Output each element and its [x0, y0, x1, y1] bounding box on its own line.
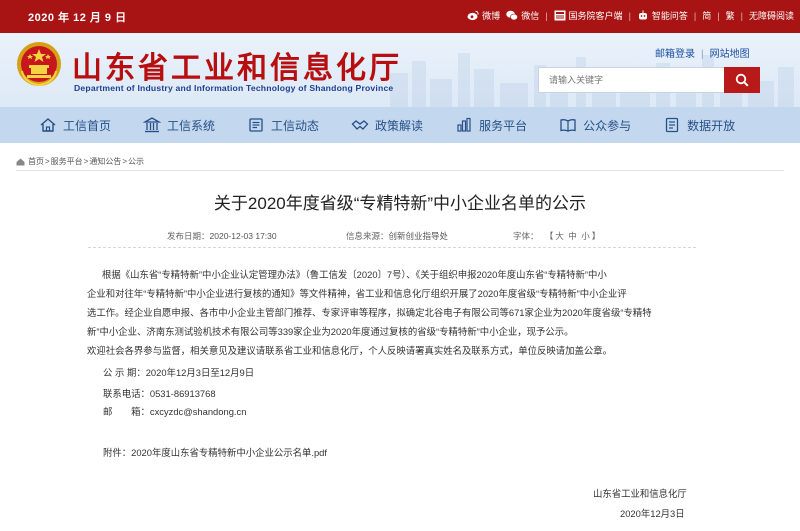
nav-label: 数据开放	[687, 118, 736, 133]
national-emblem-icon	[17, 42, 61, 87]
contact-phone: 联系电话：0531-86913768	[103, 388, 216, 399]
site-title: 山东省工业和信息化厅	[72, 51, 402, 86]
paragraph-line: 新”中小企业、济南东测试验机技术有限公司等339家企业为2020年度通过复核的省…	[87, 326, 574, 337]
separator: |	[717, 10, 720, 21]
institution-icon	[143, 117, 162, 133]
breadcrumb: 首页 > 服务平台 > 通知公告 > 公示	[16, 156, 144, 167]
wechat-label: 微信	[521, 11, 540, 21]
font-large-button[interactable]: 大	[555, 231, 564, 241]
search-input[interactable]	[538, 67, 724, 93]
data-icon	[665, 117, 679, 133]
weibo-label: 微博	[482, 11, 501, 21]
handshake-icon	[351, 120, 369, 130]
font-small-button[interactable]: 小	[581, 231, 590, 241]
attachment-link[interactable]: 附件：2020年度山东省专精特新中小企业公示名单.pdf	[103, 445, 327, 459]
breadcrumb-separator: >	[83, 157, 89, 166]
traditional-link[interactable]: 繁	[726, 9, 735, 22]
info-source-label: 信息来源：	[346, 231, 389, 241]
simplified-label: 简	[702, 11, 712, 21]
divider	[16, 170, 784, 171]
site-header: 山东省工业和信息化厅 Department of Industry and In…	[0, 33, 800, 107]
separator: |	[628, 10, 631, 21]
divider	[88, 247, 696, 248]
nav-label: 工信动态	[271, 118, 320, 133]
breadcrumb-separator: >	[122, 157, 128, 166]
font-bracket-close: 】	[591, 231, 601, 241]
accessibility-link[interactable]: 无障碍阅读	[749, 9, 794, 22]
weibo-icon	[467, 10, 479, 21]
publish-date-value: 2020-12-03 17:30	[209, 231, 277, 241]
breadcrumb-separator: >	[45, 157, 50, 166]
book-icon	[560, 119, 576, 132]
separator: |	[701, 49, 704, 60]
gov-client-link[interactable]: 国务院客户端	[554, 9, 623, 22]
main-nav: 工信首页 工信系统 工信动态 政策解读 服务平台 公众参与 数据开放	[0, 107, 800, 143]
article-title: 关于2020年度省级“专精特新”中小企业名单的公示	[213, 194, 587, 213]
paragraph-line: 选工作。经企业自愿申报、各市中小企业主管部门推荐、专家评审等程序，拟确定北谷电子…	[87, 307, 652, 318]
nav-label: 政策解读	[375, 118, 424, 133]
info-source: 信息来源：创新创业指导处	[346, 230, 448, 242]
top-bar: 2020 年 12 月 9 日 微博 微信 | 国务院客户端 | 智能问答 | …	[0, 0, 800, 33]
article-body: 根据《山东省“专精特新”中小企业认定管理办法》（鲁工信发〔2020〕7号）、《关…	[87, 265, 702, 360]
site-title-english: Department of Industry and Information T…	[74, 83, 394, 93]
nav-item-policy[interactable]: 政策解读	[351, 116, 423, 134]
sitemap-link[interactable]: 网站地图	[710, 49, 750, 60]
wechat-link[interactable]: 微信	[506, 9, 539, 22]
ai-qa-link[interactable]: 智能问答	[637, 9, 688, 22]
font-size-label: 字体：	[513, 231, 539, 241]
font-size-control: 字体： 【大 中 小】	[513, 230, 600, 242]
paragraph-line: 欢迎社会各界参与监督，相关意见及建议请联系省工业和信息化厅，个人反映请署真实姓名…	[87, 345, 613, 356]
ai-qa-label: 智能问答	[651, 11, 688, 21]
contact-email: 邮 箱：cxcyzdc@shandong.cn	[103, 406, 247, 417]
publish-date-label: 发布日期：	[167, 231, 210, 241]
separator: |	[693, 10, 697, 21]
search-box	[538, 67, 760, 93]
breadcrumb-current[interactable]: 公示	[128, 156, 144, 167]
top-links: 微博 微信 | 国务院客户端 | 智能问答 | 简 | 繁 | 无障碍阅读	[461, 9, 794, 22]
nav-item-news[interactable]: 工信动态	[247, 116, 319, 134]
mailbox-login-link[interactable]: 邮箱登录	[655, 49, 695, 60]
home-icon	[16, 158, 25, 165]
robot-icon	[637, 10, 649, 21]
traditional-label: 繁	[725, 11, 735, 21]
signature: 山东省工业和信息化厅	[593, 488, 687, 499]
breadcrumb-service[interactable]: 服务平台	[51, 156, 83, 167]
weibo-link[interactable]: 微博	[467, 9, 500, 22]
info-source-value: 创新创业指导处	[388, 231, 449, 241]
simplified-link[interactable]: 简	[702, 9, 711, 22]
paragraph-line: 企业和对往年“专精特新”中小企业进行复核的通知》等文件精神，省工业和信息化厅组织…	[87, 288, 627, 299]
font-bracket-open: 【	[544, 231, 554, 241]
gov-client-icon	[554, 10, 566, 21]
accessibility-label: 无障碍阅读	[748, 11, 794, 21]
wechat-icon	[506, 10, 519, 21]
publish-date: 发布日期：2020-12-03 17:30	[167, 230, 277, 242]
separator: |	[545, 10, 548, 21]
nav-label: 工信首页	[63, 118, 112, 133]
nav-item-system[interactable]: 工信系统	[143, 116, 215, 134]
breadcrumb-notice[interactable]: 通知公告	[89, 156, 121, 167]
font-medium-button[interactable]: 中	[568, 231, 577, 241]
newspaper-icon	[249, 118, 263, 132]
gov-client-label: 国务院客户端	[568, 11, 623, 21]
search-button[interactable]	[724, 67, 760, 93]
nav-item-service[interactable]: 服务平台	[455, 116, 527, 134]
paragraph-line: 根据《山东省“专精特新”中小企业认定管理办法》（鲁工信发〔2020〕7号）、《关…	[102, 269, 607, 280]
search-icon	[735, 73, 749, 87]
nav-item-open-data[interactable]: 数据开放	[663, 116, 735, 134]
nav-label: 工信系统	[167, 118, 216, 133]
publicity-period: 公 示 期：2020年12月3日至12月9日	[103, 367, 255, 378]
breadcrumb-home[interactable]: 首页	[28, 156, 44, 167]
separator: |	[740, 10, 743, 21]
header-links: 邮箱登录 | 网站地图	[655, 45, 750, 60]
bar-chart-icon	[457, 117, 471, 132]
nav-item-home[interactable]: 工信首页	[39, 116, 111, 134]
nav-item-participation[interactable]: 公众参与	[559, 116, 631, 134]
current-date: 2020 年 12 月 9 日	[28, 12, 127, 24]
nav-label: 服务平台	[479, 118, 528, 133]
nav-label: 公众参与	[583, 118, 632, 133]
home-icon	[40, 118, 56, 132]
signature-date: 2020年12月3日	[620, 508, 685, 519]
